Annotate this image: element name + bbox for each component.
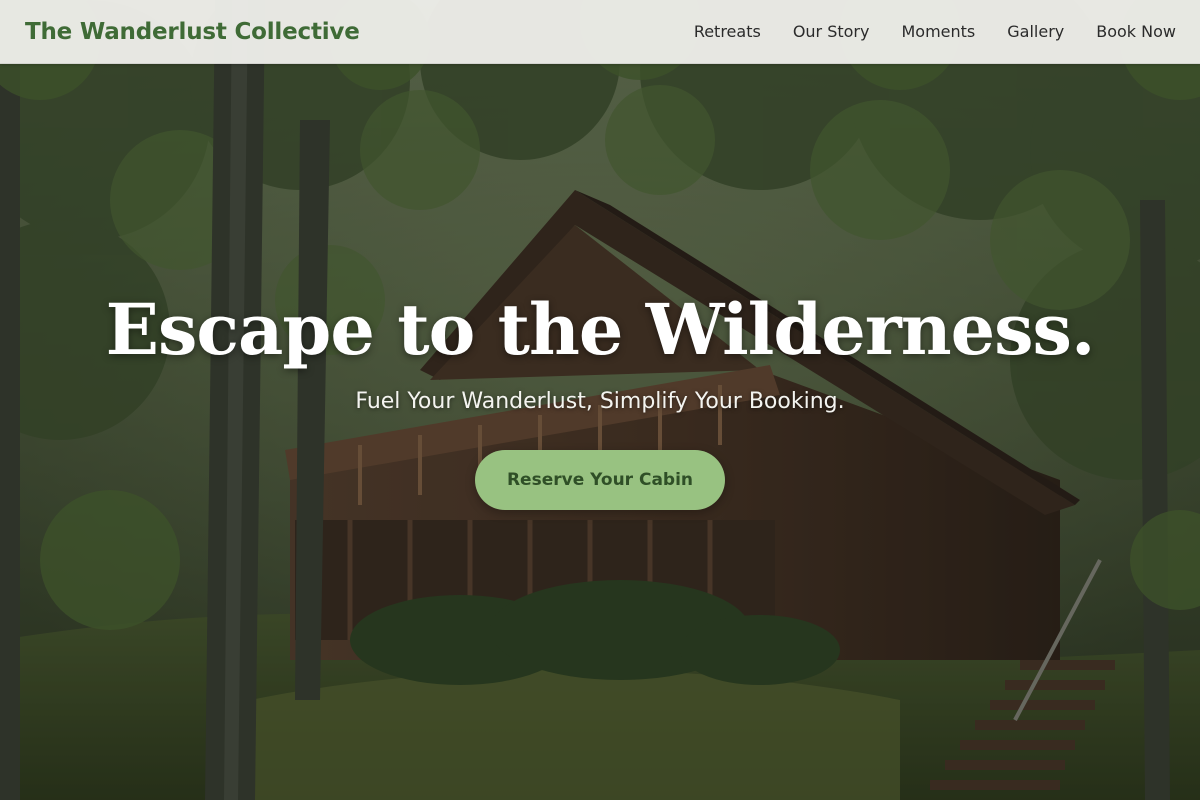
hero-subtitle: Fuel Your Wanderlust, Simplify Your Book… bbox=[355, 389, 845, 414]
hero-section: The Wanderlust Collective Retreats Our S… bbox=[0, 0, 1200, 800]
hero-content: Escape to the Wilderness. Fuel Your Wand… bbox=[0, 0, 1200, 800]
nav-link-moments[interactable]: Moments bbox=[901, 22, 975, 41]
nav-link-gallery[interactable]: Gallery bbox=[1007, 22, 1064, 41]
reserve-cabin-button[interactable]: Reserve Your Cabin bbox=[475, 450, 725, 510]
hero-title: Escape to the Wilderness. bbox=[105, 288, 1096, 371]
nav-link-book-now[interactable]: Book Now bbox=[1096, 22, 1176, 41]
nav-links: Retreats Our Story Moments Gallery Book … bbox=[662, 22, 1176, 41]
nav-link-retreats[interactable]: Retreats bbox=[694, 22, 761, 41]
brand-logo-link[interactable]: The Wanderlust Collective bbox=[25, 19, 360, 45]
nav-link-our-story[interactable]: Our Story bbox=[793, 22, 870, 41]
top-navigation-bar: The Wanderlust Collective Retreats Our S… bbox=[0, 0, 1200, 64]
